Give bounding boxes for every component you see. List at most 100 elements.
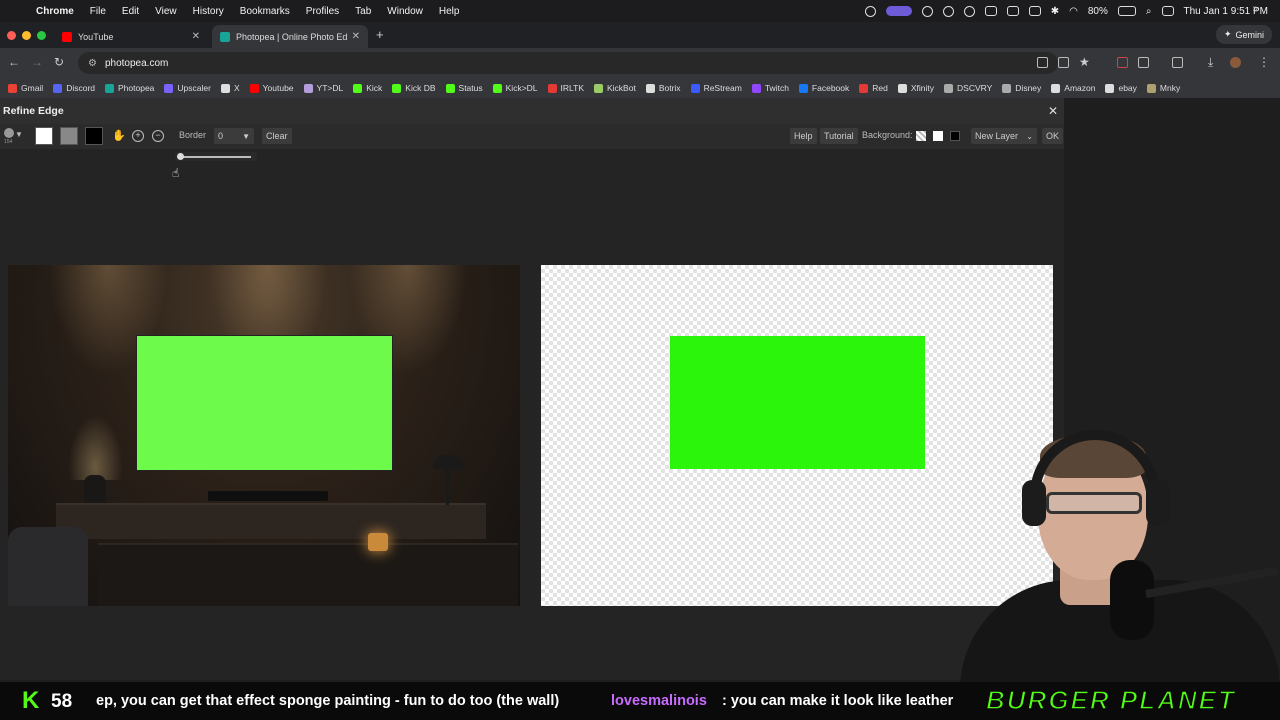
bookmark-xfinity[interactable]: Xfinity bbox=[897, 83, 934, 93]
bookmark-disney[interactable]: Disney bbox=[1002, 83, 1041, 93]
window-close-button[interactable] bbox=[7, 31, 16, 40]
forward-icon[interactable]: → bbox=[31, 55, 43, 69]
bookmark-restream[interactable]: ReStream bbox=[690, 83, 742, 93]
control-center-icon[interactable] bbox=[1161, 6, 1174, 16]
bg-black-swatch[interactable] bbox=[950, 131, 960, 141]
screen-record-icon[interactable] bbox=[885, 6, 912, 16]
play-icon[interactable] bbox=[963, 5, 975, 17]
page-action-icon[interactable] bbox=[1037, 57, 1048, 68]
border-label: Border bbox=[179, 130, 207, 140]
hand-tool-icon[interactable]: ✋ bbox=[112, 129, 126, 142]
bookmark-dscvry[interactable]: DSCVRY bbox=[944, 83, 992, 93]
back-icon[interactable]: ← bbox=[8, 55, 20, 69]
bookmark-upscaler[interactable]: Upscaler bbox=[164, 83, 211, 93]
address-text[interactable]: photopea.com bbox=[105, 58, 168, 69]
gemini-button[interactable]: ✦ Gemini bbox=[1215, 25, 1272, 44]
menu-edit[interactable]: Edit bbox=[114, 6, 147, 17]
brush-size-slider[interactable] bbox=[175, 152, 257, 161]
zoom-out-icon[interactable]: − bbox=[152, 130, 164, 142]
bookmark-gmail[interactable]: Gmail bbox=[8, 83, 43, 93]
window-minimize-button[interactable] bbox=[22, 31, 31, 40]
bookmark-star-icon[interactable]: ★ bbox=[1079, 55, 1090, 69]
bg-transparent-swatch[interactable] bbox=[916, 131, 926, 141]
bookmark-discord[interactable]: Discord bbox=[53, 83, 95, 93]
slider-knob[interactable] bbox=[177, 153, 184, 160]
bookmark-botrix[interactable]: Botrix bbox=[645, 83, 681, 93]
brush-tool-icon[interactable] bbox=[4, 128, 14, 138]
bookmark-irltk[interactable]: IRLTK bbox=[547, 83, 584, 93]
address-bar[interactable]: ⚙ photopea.com bbox=[78, 52, 1058, 74]
bookmarks-overflow-icon[interactable]: » bbox=[1252, 3, 1258, 14]
tab-close-icon[interactable]: ✕ bbox=[192, 31, 200, 42]
search-icon[interactable]: ⌕ bbox=[1146, 6, 1152, 17]
new-tab-button[interactable]: + bbox=[376, 27, 384, 42]
side-panel-icon[interactable] bbox=[1172, 57, 1183, 68]
bookmark-label: IRLTK bbox=[560, 83, 584, 93]
help-button[interactable]: Help bbox=[790, 128, 817, 144]
bookmark-red[interactable]: Red bbox=[859, 83, 888, 93]
menu-app-chrome[interactable]: Chrome bbox=[28, 6, 82, 17]
border-value[interactable]: 0 bbox=[218, 131, 223, 141]
keyboard-icon[interactable] bbox=[1006, 6, 1019, 16]
more-menu-icon[interactable]: ⋮ bbox=[1258, 55, 1270, 69]
output-select[interactable]: New Layer ⌄ bbox=[971, 128, 1037, 144]
display-icon[interactable] bbox=[1028, 6, 1041, 16]
bookmark-kick-db[interactable]: Kick DB bbox=[392, 83, 436, 93]
tutorial-button[interactable]: Tutorial bbox=[820, 128, 858, 144]
profile-avatar[interactable] bbox=[1230, 57, 1241, 68]
bookmark-twitch[interactable]: Twitch bbox=[751, 83, 789, 93]
border-dropdown-icon[interactable]: ▼ bbox=[242, 132, 250, 141]
bookmark-status[interactable]: Status bbox=[445, 83, 483, 93]
download-icon[interactable]: ⤓ bbox=[1208, 55, 1213, 70]
extensions-puzzle-icon[interactable] bbox=[1138, 57, 1149, 68]
menu-history[interactable]: History bbox=[185, 6, 232, 17]
bookmark-facebook[interactable]: Facebook bbox=[798, 83, 849, 93]
brush-dropdown-icon[interactable]: ▼ bbox=[15, 130, 23, 139]
black-swatch[interactable] bbox=[85, 127, 103, 145]
status-extension-icon[interactable] bbox=[864, 5, 876, 17]
menu-tab[interactable]: Tab bbox=[347, 6, 379, 17]
clear-button[interactable]: Clear bbox=[262, 128, 292, 144]
bookmark-kickbot[interactable]: KickBot bbox=[594, 83, 636, 93]
bookmark-photopea[interactable]: Photopea bbox=[105, 83, 154, 93]
bookmark-kick[interactable]: Kick bbox=[353, 83, 382, 93]
menu-help[interactable]: Help bbox=[431, 6, 468, 17]
menu-file[interactable]: File bbox=[82, 6, 114, 17]
reload-icon[interactable]: ↻ bbox=[54, 55, 64, 69]
bookmark-kick-dl[interactable]: Kick>DL bbox=[492, 83, 538, 93]
status-dot-icon[interactable] bbox=[921, 5, 933, 17]
tab-youtube[interactable]: YouTube ✕ bbox=[54, 25, 208, 48]
wifi-icon[interactable]: ◠ bbox=[1069, 6, 1078, 17]
battery-percent[interactable]: 80% bbox=[1088, 6, 1108, 17]
tab-close-icon[interactable]: ✕ bbox=[352, 31, 360, 42]
zoom-in-icon[interactable]: + bbox=[132, 130, 144, 142]
bookmark-x[interactable]: X bbox=[220, 83, 240, 93]
bookmark-mnky[interactable]: Mnky bbox=[1146, 83, 1180, 93]
border-input[interactable]: 0 ▼ bbox=[214, 128, 254, 144]
bluetooth-icon[interactable]: ✱ bbox=[1051, 6, 1059, 17]
site-info-icon[interactable]: ⚙ bbox=[88, 58, 97, 69]
volume-icon[interactable] bbox=[984, 6, 997, 16]
ok-button[interactable]: OK bbox=[1042, 128, 1064, 144]
window-zoom-button[interactable] bbox=[37, 31, 46, 40]
table-lamp bbox=[433, 455, 463, 469]
install-app-icon[interactable] bbox=[1058, 57, 1069, 68]
menu-window[interactable]: Window bbox=[379, 6, 431, 17]
extension-icon[interactable] bbox=[1117, 57, 1128, 68]
bg-white-swatch[interactable] bbox=[933, 131, 943, 141]
original-image-canvas[interactable] bbox=[8, 265, 520, 606]
menu-extra-icon[interactable] bbox=[942, 5, 954, 17]
output-select-value[interactable]: New Layer bbox=[975, 131, 1018, 141]
bookmark-ebay[interactable]: ebay bbox=[1105, 83, 1137, 93]
menu-bookmarks[interactable]: Bookmarks bbox=[232, 6, 298, 17]
dialog-close-icon[interactable]: ✕ bbox=[1048, 104, 1058, 118]
white-swatch[interactable] bbox=[35, 127, 53, 145]
bookmark-amazon[interactable]: Amazon bbox=[1051, 83, 1095, 93]
gray-swatch[interactable] bbox=[60, 127, 78, 145]
bookmark-youtube[interactable]: Youtube bbox=[249, 83, 294, 93]
bookmark-yt-dl[interactable]: YT>DL bbox=[303, 83, 343, 93]
menu-profiles[interactable]: Profiles bbox=[298, 6, 347, 17]
slider-track[interactable] bbox=[179, 156, 251, 158]
tab-photopea[interactable]: Photopea | Online Photo Edit ✕ bbox=[212, 25, 368, 48]
menu-view[interactable]: View bbox=[147, 6, 185, 17]
